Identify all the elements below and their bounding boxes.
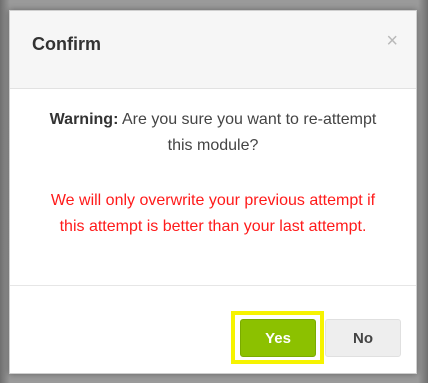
dialog-header: Confirm × [10, 11, 416, 89]
confirm-dialog: Confirm × Warning: Are you sure you want… [9, 10, 417, 374]
yes-button[interactable]: Yes [240, 319, 316, 357]
dialog-footer: Yes No [10, 285, 416, 373]
close-icon[interactable]: × [386, 31, 398, 51]
dialog-title: Confirm [32, 34, 101, 54]
warning-message: Warning: Are you sure you want to re-att… [44, 107, 382, 159]
dialog-body: Warning: Are you sure you want to re-att… [10, 89, 416, 285]
overwrite-note: We will only overwrite your previous att… [50, 192, 376, 235]
warning-text: Are you sure you want to re-attempt this… [121, 111, 377, 154]
warning-label: Warning: [49, 111, 119, 128]
no-button[interactable]: No [325, 319, 401, 357]
